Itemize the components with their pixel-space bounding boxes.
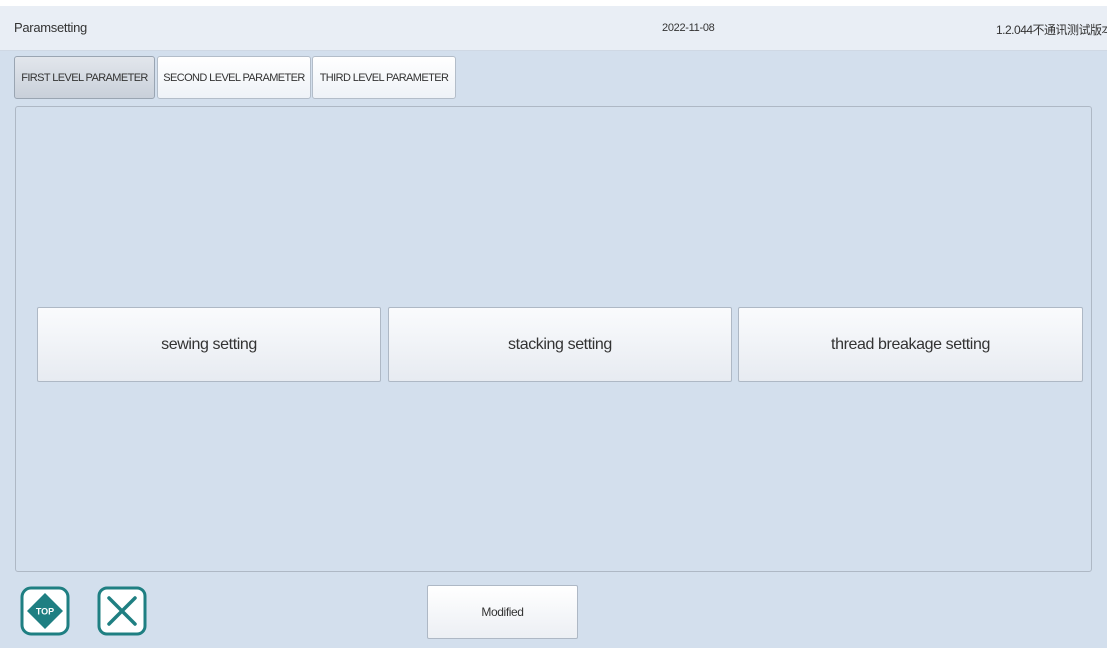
close-button[interactable] [97, 586, 147, 636]
date-display: 2022-11-08 [662, 22, 715, 34]
sewing-setting-button[interactable]: sewing setting [37, 307, 381, 382]
page-title: Paramsetting [14, 20, 87, 35]
close-icon [97, 586, 147, 636]
header-bar: Paramsetting 2022-11-08 1.2.044不通讯测试版本 [0, 6, 1107, 51]
tab-third-level-parameter[interactable]: THIRD LEVEL PARAMETER [312, 56, 456, 99]
top-icon: TOP [20, 586, 70, 636]
version-label: 1.2.044不通讯测试版本 [996, 23, 1107, 37]
top-icon-label: TOP [36, 607, 54, 617]
stacking-setting-button[interactable]: stacking setting [388, 307, 732, 382]
tab-first-level-parameter[interactable]: FIRST LEVEL PARAMETER [14, 56, 155, 99]
top-button[interactable]: TOP [20, 586, 70, 636]
thread-breakage-setting-button[interactable]: thread breakage setting [738, 307, 1083, 382]
tab-second-level-parameter[interactable]: SECOND LEVEL PARAMETER [157, 56, 311, 99]
modified-button[interactable]: Modified [427, 585, 578, 639]
